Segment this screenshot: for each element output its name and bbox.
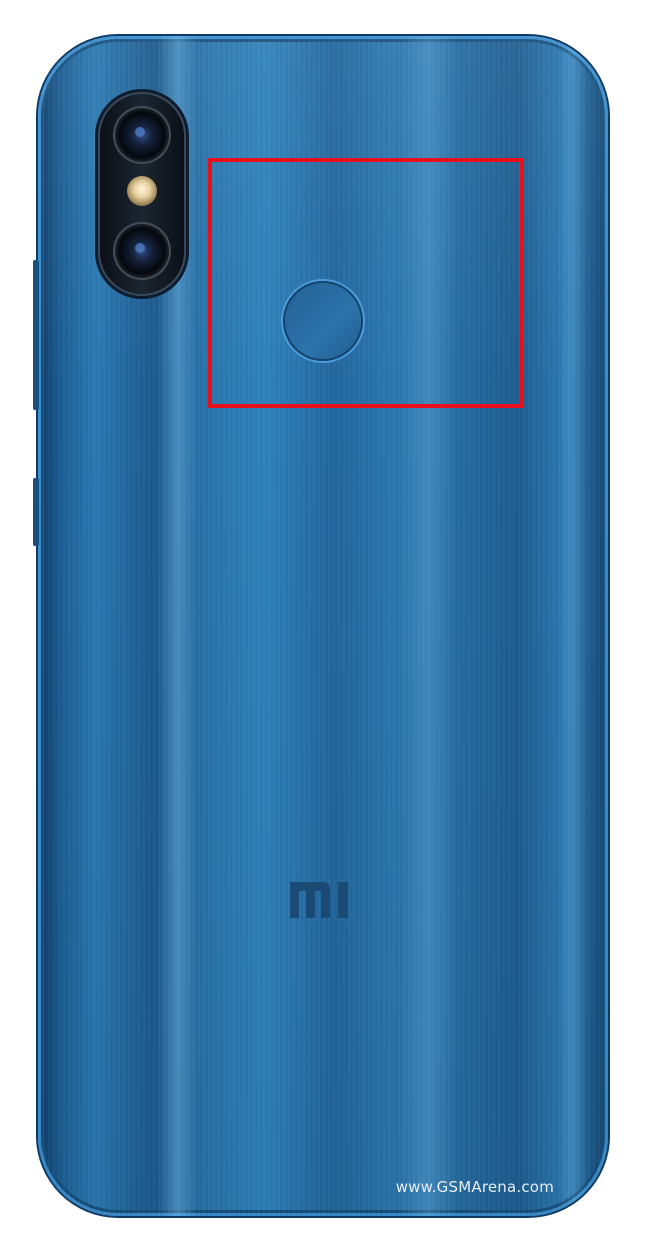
led-flash bbox=[127, 176, 157, 206]
product-photo: www.GSMArena.com bbox=[0, 0, 648, 1236]
watermark: www.GSMArena.com bbox=[395, 1178, 554, 1196]
camera-lens-icon bbox=[113, 106, 171, 164]
power-button bbox=[33, 478, 39, 546]
dual-camera-module bbox=[98, 92, 186, 296]
camera-lens-icon bbox=[113, 222, 171, 280]
reflection-highlight bbox=[558, 36, 588, 1216]
mi-logo bbox=[290, 882, 348, 918]
highlight-box bbox=[208, 158, 524, 408]
volume-button bbox=[33, 260, 39, 410]
